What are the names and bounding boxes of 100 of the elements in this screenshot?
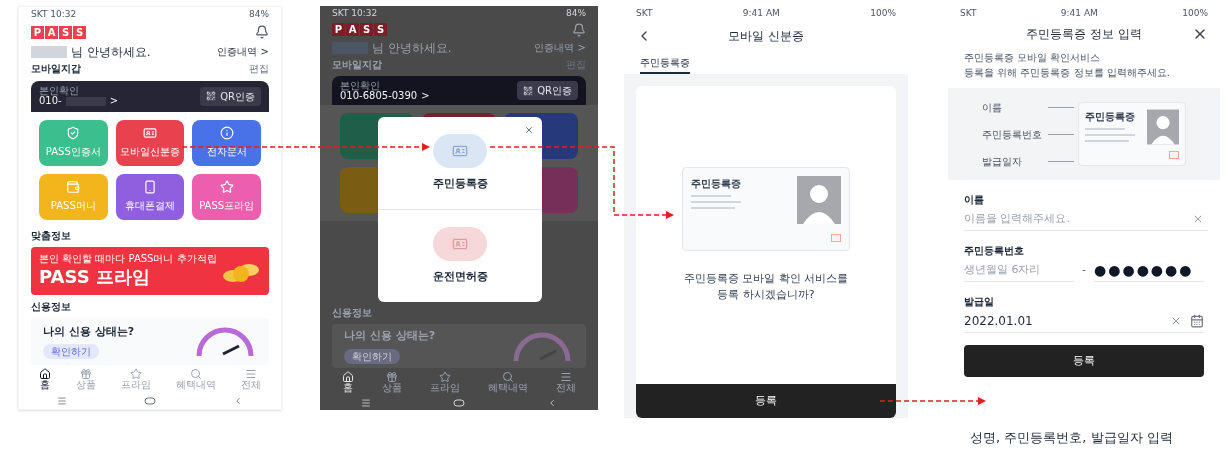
seal-icon bbox=[831, 233, 841, 242]
menu-icon bbox=[560, 370, 572, 383]
nav-tab[interactable]: 혜택내역 bbox=[175, 368, 216, 390]
person-silhouette-icon bbox=[797, 175, 841, 224]
section-title: 모바일지갑 bbox=[332, 58, 382, 72]
intro-text: 주민등록증 모바일 확인서비스 bbox=[964, 51, 1102, 65]
phone-number: 010- bbox=[39, 96, 62, 107]
battery-level: 84% bbox=[249, 8, 269, 21]
person-silhouette-icon bbox=[1147, 109, 1179, 145]
history-link[interactable]: 인증내역 > bbox=[534, 40, 586, 56]
chevron-text: > bbox=[109, 96, 119, 107]
credit-card[interactable]: 나의 신용 상태는? 확인하기 bbox=[31, 318, 269, 365]
status-time: SKT 10:32 bbox=[31, 8, 77, 21]
card-label: 본인확인 bbox=[340, 80, 380, 91]
notification-icon[interactable] bbox=[572, 22, 586, 37]
id-card-icon bbox=[143, 126, 157, 141]
qr-button[interactable]: QR인증 bbox=[517, 81, 578, 101]
leader-line bbox=[1048, 160, 1074, 162]
wallet-card[interactable]: 본인확인 010- > QR인증 bbox=[31, 80, 269, 112]
nav-tab[interactable]: 프라임 bbox=[430, 370, 460, 393]
wallet-icon bbox=[66, 180, 81, 195]
banner-caption: 본인 확인할 때마다 PASS머니 추가적립 bbox=[39, 253, 217, 266]
star-icon bbox=[439, 370, 451, 383]
info-icon bbox=[219, 126, 234, 141]
menu-icon bbox=[244, 368, 257, 380]
leader-line bbox=[1048, 133, 1074, 135]
name-field[interactable]: 이름을 입력해주세요. bbox=[964, 207, 1208, 231]
phone-number: 010-6805-0390 bbox=[340, 90, 418, 101]
recent-apps-icon[interactable] bbox=[361, 397, 371, 408]
section-title: 모바일지갑 bbox=[31, 62, 81, 77]
menu-tile[interactable]: PASS프라임 bbox=[192, 173, 261, 220]
screen-title: 주민등록증 정보 입력 bbox=[1026, 26, 1142, 43]
menu-tile[interactable]: 모바일신분증 bbox=[115, 119, 185, 166]
qr-code-icon bbox=[523, 85, 534, 96]
intro-text: 등록을 위해 주민등록증 정보를 입력해주세요. bbox=[964, 66, 1171, 80]
register-button[interactable]: 등록 bbox=[964, 345, 1204, 377]
battery-level: 100% bbox=[1182, 7, 1208, 21]
greeting-text: 님 안녕하세요. bbox=[372, 39, 452, 57]
check-button[interactable]: 확인하기 bbox=[43, 344, 99, 359]
birthdate-field[interactable]: 생년월일 6자리 bbox=[964, 258, 1074, 282]
menu-tile[interactable]: PASS인증서 bbox=[39, 119, 108, 166]
clear-icon[interactable] bbox=[1192, 213, 1204, 225]
question-text: 주민등록증 모바일 확인 서비스를 bbox=[683, 270, 849, 287]
register-button[interactable]: 등록 bbox=[636, 384, 896, 418]
search-icon bbox=[189, 368, 202, 380]
diagram-label: 주민등록번호 bbox=[982, 127, 1043, 142]
calendar-icon[interactable] bbox=[1190, 313, 1204, 328]
star-icon bbox=[130, 368, 142, 380]
shield-check-icon bbox=[66, 126, 81, 141]
status-time: 9:41 AM bbox=[1060, 7, 1098, 21]
battery-level: 100% bbox=[870, 7, 896, 21]
field-label: 주민등록번호 bbox=[964, 244, 1025, 258]
gift-icon bbox=[80, 368, 93, 380]
diagram-label: 이름 bbox=[982, 100, 1003, 115]
nav-tab[interactable]: 혜택내역 bbox=[488, 370, 528, 393]
status-time: 9:41 AM bbox=[742, 7, 780, 21]
qr-code-icon bbox=[206, 91, 217, 102]
date-field[interactable]: 2022.01.01 bbox=[964, 311, 1162, 330]
nav-tab[interactable]: 전체 bbox=[556, 370, 576, 393]
seal-icon bbox=[1169, 151, 1179, 159]
id-option[interactable]: 운전면허증 bbox=[378, 209, 542, 302]
carrier-text: SKT bbox=[960, 7, 977, 21]
notification-icon[interactable] bbox=[255, 25, 269, 40]
nav-tab[interactable]: 상품 bbox=[382, 370, 402, 393]
field-label: 발급일 bbox=[964, 295, 995, 309]
nav-tab[interactable]: 홈 bbox=[39, 368, 52, 390]
rrn-back-field[interactable]: ●●●●●●● bbox=[1094, 258, 1204, 282]
credit-card[interactable]: 나의 신용 상태는? 확인하기 bbox=[332, 324, 586, 369]
star-icon bbox=[219, 180, 234, 195]
card-title: 주민등록증 bbox=[1085, 110, 1135, 124]
home-key-icon[interactable] bbox=[144, 397, 156, 406]
menu-tile[interactable]: 휴대폰결제 bbox=[115, 173, 185, 220]
pass-logo: P A S S bbox=[332, 23, 387, 37]
edit-link[interactable]: 편집 bbox=[249, 61, 269, 77]
search-icon bbox=[502, 370, 514, 383]
caption-text: 성명, 주민등록번호, 발급일자 입력 bbox=[970, 429, 1173, 447]
check-button[interactable]: 확인하기 bbox=[344, 348, 400, 364]
field-label: 이름 bbox=[964, 193, 985, 207]
status-time: SKT 10:32 bbox=[332, 6, 378, 20]
history-link[interactable]: 인증내역 > bbox=[217, 44, 269, 59]
wallet-card[interactable]: 본인확인 010-6805-0390 > QR인증 bbox=[332, 76, 586, 106]
nav-tab[interactable]: 전체 bbox=[240, 368, 261, 390]
nav-tab[interactable]: 상품 bbox=[76, 368, 97, 390]
menu-tile[interactable]: 전자문서 bbox=[192, 119, 261, 166]
gift-icon bbox=[386, 370, 398, 383]
carrier-text: SKT bbox=[636, 7, 653, 21]
screen-title: 모바일 신분증 bbox=[728, 28, 804, 45]
section-title: 신용정보 bbox=[331, 306, 373, 321]
chevron-text: > bbox=[421, 90, 430, 101]
pass-logo: P A S S bbox=[31, 25, 86, 39]
phone-icon bbox=[143, 180, 157, 195]
banner-title: PASS 프라임 bbox=[39, 265, 151, 289]
qr-button[interactable]: QR인증 bbox=[200, 86, 261, 106]
greeting-text: 님 안녕하세요. bbox=[71, 43, 151, 61]
promo-banner[interactable]: 본인 확인할 때마다 PASS머니 추가적립 PASS 프라임 bbox=[31, 246, 269, 296]
question-text: 등록 하시겠습니까? bbox=[717, 287, 815, 303]
close-icon[interactable] bbox=[524, 125, 534, 135]
nav-tab[interactable]: 홈 bbox=[342, 370, 354, 393]
nav-tab[interactable]: 프라임 bbox=[121, 368, 151, 390]
diagram-label: 발급일자 bbox=[982, 154, 1023, 169]
